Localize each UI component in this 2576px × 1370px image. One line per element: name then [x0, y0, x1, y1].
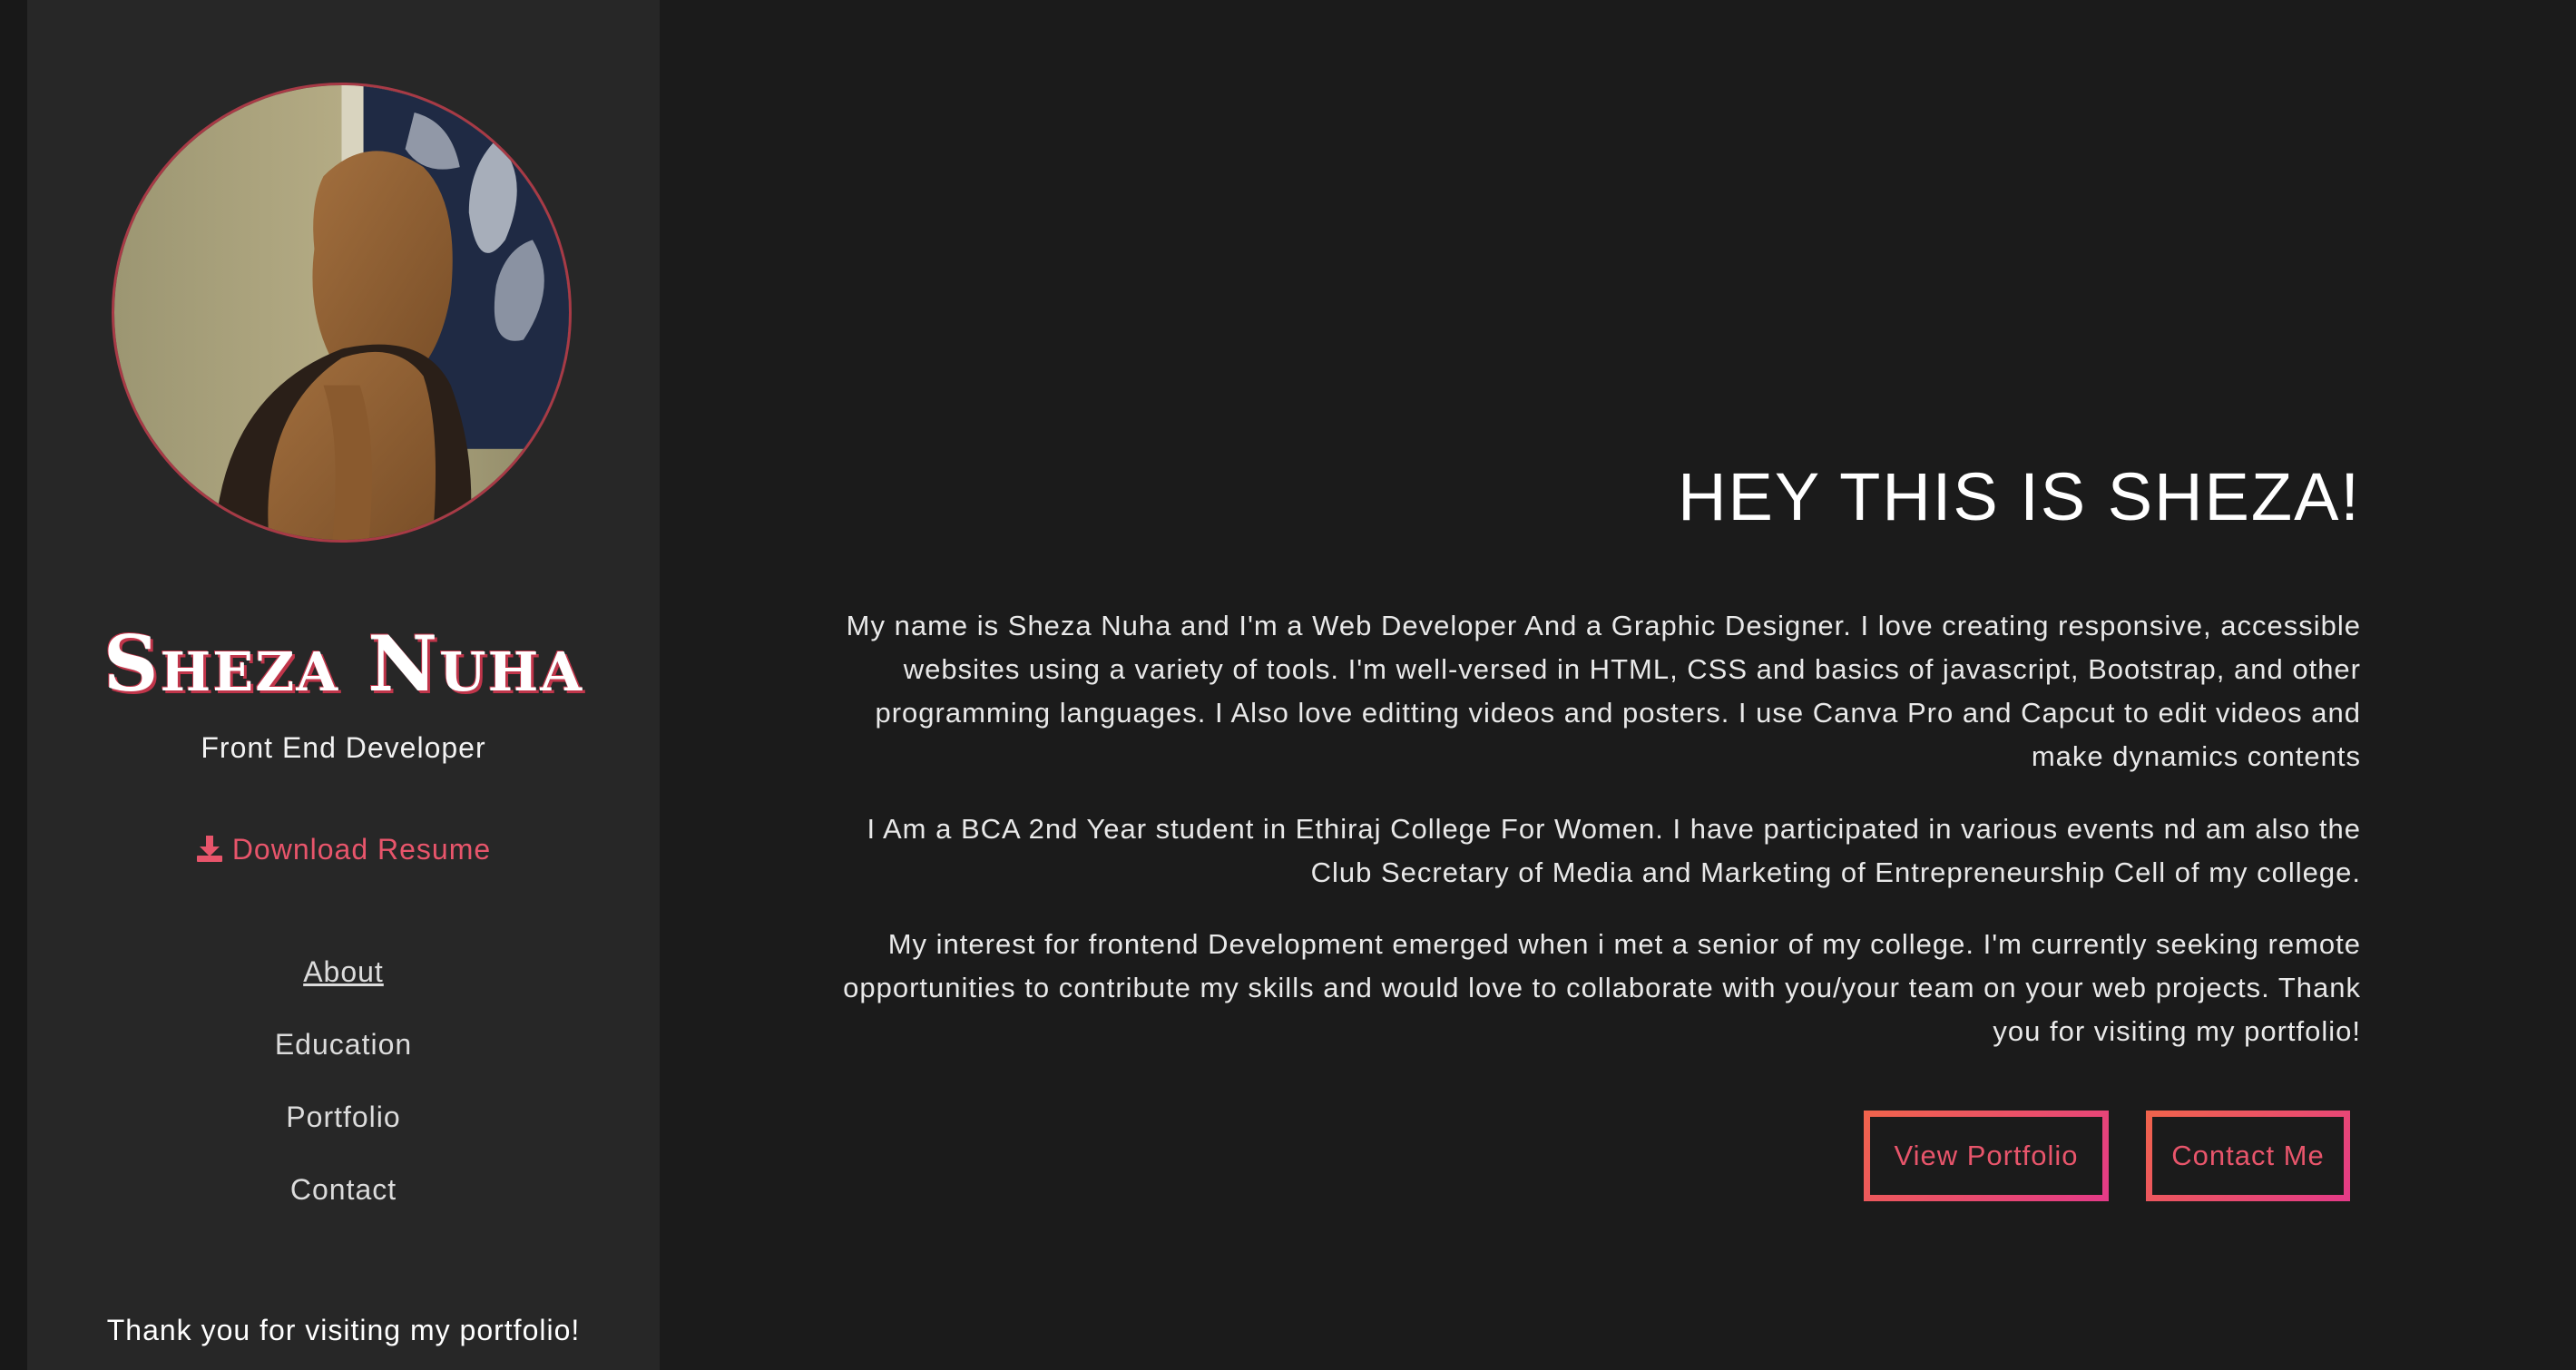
- sidebar-nav: About Education Portfolio Contact: [27, 951, 660, 1241]
- about-section: HEY THIS IS SHEZA! My name is Sheza Nuha…: [835, 0, 2361, 1370]
- contact-me-label: Contact Me: [2152, 1117, 2344, 1195]
- profile-name: Sheza Nuha: [103, 619, 584, 709]
- left-edge-strip: [0, 0, 27, 1370]
- profile-photo: [112, 83, 572, 543]
- nav-item-about[interactable]: About: [27, 951, 660, 1023]
- nav-item-contact[interactable]: Contact: [27, 1169, 660, 1241]
- download-icon: [196, 834, 223, 870]
- nav-item-label: About: [303, 955, 384, 988]
- download-resume-link[interactable]: Download Resume: [27, 833, 660, 870]
- view-portfolio-label: View Portfolio: [1870, 1117, 2102, 1195]
- about-paragraph-education: I Am a BCA 2nd Year student in Ethiraj C…: [867, 813, 2361, 888]
- download-resume-label: Download Resume: [231, 833, 492, 866]
- portfolio-page: Sheza Nuha Front End Developer Download …: [0, 0, 2576, 1370]
- nav-item-label: Education: [274, 1028, 413, 1061]
- nav-item-portfolio[interactable]: Portfolio: [27, 1096, 660, 1169]
- about-paragraph-intro: My name is Sheza Nuha and I'm a Web Deve…: [846, 610, 2361, 772]
- profile-role: Front End Developer: [201, 731, 486, 764]
- view-portfolio-button[interactable]: View Portfolio: [1864, 1111, 2109, 1201]
- nav-item-label: Portfolio: [286, 1101, 401, 1133]
- about-paragraph-interest: My interest for frontend Development eme…: [843, 928, 2361, 1047]
- page-title: HEY THIS IS SHEZA!: [1678, 459, 2361, 534]
- sidebar: Sheza Nuha Front End Developer Download …: [27, 0, 660, 1370]
- contact-me-button[interactable]: Contact Me: [2146, 1111, 2350, 1201]
- nav-item-education[interactable]: Education: [27, 1023, 660, 1096]
- sidebar-footer-note: Thank you for visiting my portfolio!: [106, 1314, 581, 1346]
- nav-item-label: Contact: [289, 1173, 397, 1206]
